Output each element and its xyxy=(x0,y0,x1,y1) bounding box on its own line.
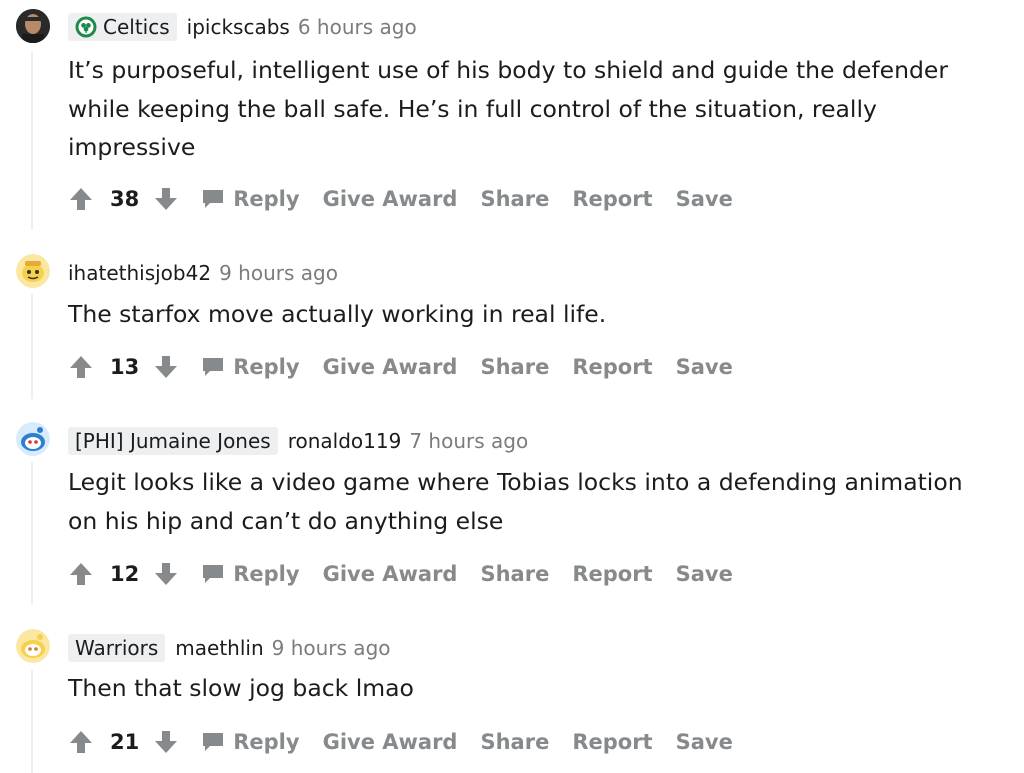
vote-score: 13 xyxy=(110,355,140,379)
comment-body: Then that slow jog back lmao xyxy=(68,674,414,702)
celtics-logo-icon xyxy=(75,16,97,38)
thread-line[interactable] xyxy=(31,462,33,605)
save-button[interactable]: Save xyxy=(676,730,733,754)
downvote-icon[interactable] xyxy=(153,729,179,755)
comment-actions: 13 Reply Give Award Share Report Save xyxy=(68,349,756,385)
comment-meta: [PHI] Jumaine Jones ronaldo119 7 hours a… xyxy=(68,424,528,458)
reply-label: Reply xyxy=(233,355,300,379)
comment-actions: 12 Reply Give Award Share Report Save xyxy=(68,556,756,592)
comment-time[interactable]: 9 hours ago xyxy=(272,636,391,660)
share-button[interactable]: Share xyxy=(480,355,549,379)
reply-button[interactable]: Reply xyxy=(201,730,300,754)
comment-bubble-icon xyxy=(203,733,224,751)
give-award-button[interactable]: Give Award xyxy=(323,562,458,586)
thread-line[interactable] xyxy=(31,52,33,230)
reply-button[interactable]: Reply xyxy=(201,355,300,379)
save-button[interactable]: Save xyxy=(676,355,733,379)
upvote-icon[interactable] xyxy=(68,186,94,212)
downvote-icon[interactable] xyxy=(153,354,179,380)
report-button[interactable]: Report xyxy=(572,187,652,211)
user-flair: Celtics xyxy=(68,13,177,41)
upvote-icon[interactable] xyxy=(68,561,94,587)
avatar[interactable] xyxy=(16,9,50,43)
comment-body: Legit looks like a video game where Tobi… xyxy=(68,468,963,535)
comment-meta: Celtics ipickscabs 6 hours ago xyxy=(68,10,417,44)
avatar[interactable] xyxy=(16,629,50,663)
avatar[interactable] xyxy=(16,422,50,456)
comment-body: It’s purposeful, intelligent use of his … xyxy=(68,56,949,161)
downvote-icon[interactable] xyxy=(153,186,179,212)
comment-meta: ihatethisjob42 9 hours ago xyxy=(68,256,338,290)
comment-time[interactable]: 7 hours ago xyxy=(409,429,528,453)
comment-bubble-icon xyxy=(203,565,224,583)
give-award-button[interactable]: Give Award xyxy=(323,187,458,211)
save-button[interactable]: Save xyxy=(676,562,733,586)
comment-author[interactable]: ronaldo119 xyxy=(288,429,402,453)
comment-author[interactable]: ipickscabs xyxy=(187,15,290,39)
share-button[interactable]: Share xyxy=(480,187,549,211)
give-award-button[interactable]: Give Award xyxy=(323,355,458,379)
upvote-icon[interactable] xyxy=(68,729,94,755)
downvote-icon[interactable] xyxy=(153,561,179,587)
vote-score: 38 xyxy=(110,187,140,211)
user-flair: Warriors xyxy=(68,634,166,662)
report-button[interactable]: Report xyxy=(572,730,652,754)
give-award-button[interactable]: Give Award xyxy=(323,730,458,754)
comment-meta: Warriors maethlin 9 hours ago xyxy=(68,631,391,665)
reply-label: Reply xyxy=(233,730,300,754)
user-flair: [PHI] Jumaine Jones xyxy=(68,427,278,455)
thread-line[interactable] xyxy=(31,294,33,399)
comment-actions: 38 Reply Give Award Share Report Save xyxy=(68,181,756,217)
report-button[interactable]: Report xyxy=(572,562,652,586)
comment-time[interactable]: 9 hours ago xyxy=(219,261,338,285)
flair-text: Celtics xyxy=(103,15,170,39)
vote-score: 12 xyxy=(110,562,140,586)
comment-actions: 21 Reply Give Award Share Report Save xyxy=(68,724,756,760)
reply-button[interactable]: Reply xyxy=(201,187,300,211)
reply-button[interactable]: Reply xyxy=(201,562,300,586)
upvote-icon[interactable] xyxy=(68,354,94,380)
comment-body: The starfox move actually working in rea… xyxy=(68,300,607,328)
share-button[interactable]: Share xyxy=(480,562,549,586)
vote-score: 21 xyxy=(110,730,140,754)
thread-line[interactable] xyxy=(31,670,33,773)
reply-label: Reply xyxy=(233,562,300,586)
report-button[interactable]: Report xyxy=(572,355,652,379)
comment-bubble-icon xyxy=(203,358,224,376)
comment-time[interactable]: 6 hours ago xyxy=(298,15,417,39)
comment-bubble-icon xyxy=(203,190,224,208)
avatar[interactable] xyxy=(16,254,50,288)
share-button[interactable]: Share xyxy=(480,730,549,754)
comment-author[interactable]: ihatethisjob42 xyxy=(68,261,211,285)
save-button[interactable]: Save xyxy=(676,187,733,211)
reply-label: Reply xyxy=(233,187,300,211)
comment-author[interactable]: maethlin xyxy=(175,636,263,660)
